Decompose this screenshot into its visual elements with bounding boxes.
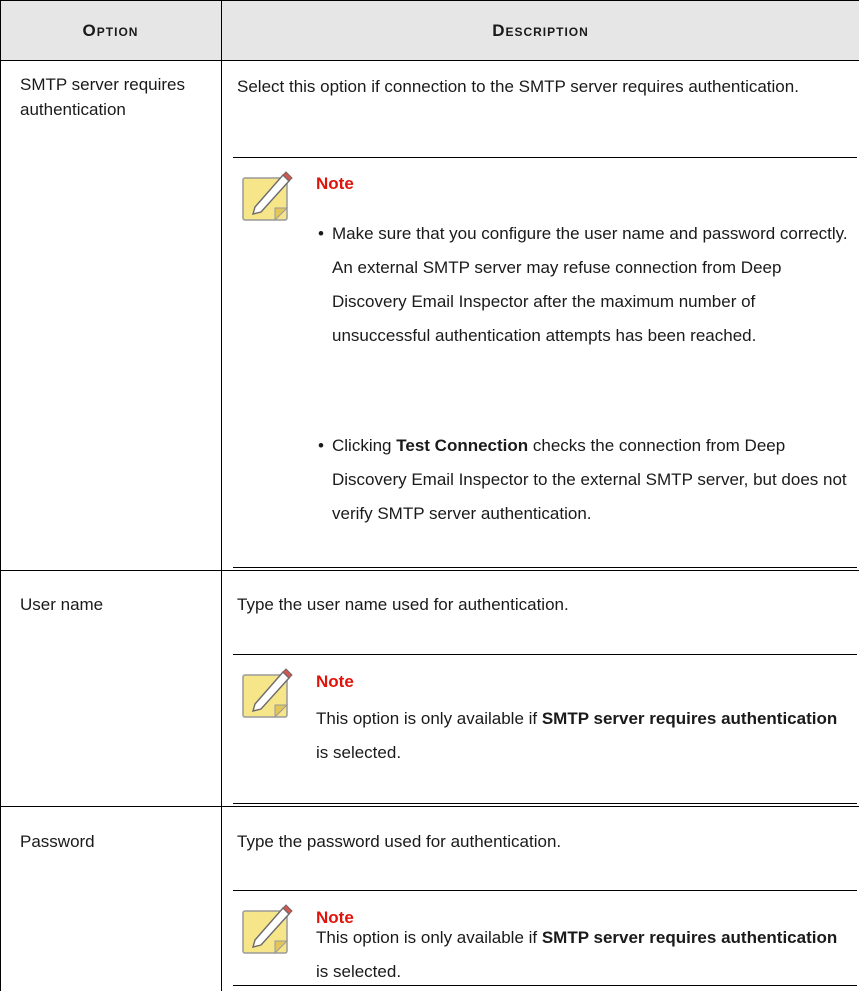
option-smtp-auth: SMTP server requires authentication — [20, 75, 186, 119]
note-title: Note — [316, 174, 354, 193]
header-description: Description — [492, 21, 589, 40]
note-title: Note — [316, 672, 354, 691]
note-rule-bottom — [233, 985, 857, 986]
note-pencil-icon — [242, 171, 293, 222]
column-divider — [221, 0, 222, 991]
list-item: • Make sure that you configure the user … — [318, 224, 848, 345]
note-bullet-text: Make sure that you configure the user na… — [332, 224, 848, 345]
note-pencil-icon — [242, 668, 293, 719]
note-rule-bottom — [233, 803, 857, 804]
table-header: Option Description — [0, 0, 859, 61]
note-body: This option is only available if SMTP se… — [316, 709, 838, 762]
row-divider — [0, 806, 859, 807]
note-pencil-icon — [242, 904, 293, 955]
header-option: Option — [82, 21, 139, 40]
description-user-name: Type the user name used for authenticati… — [237, 595, 569, 614]
option-password: Password — [20, 832, 95, 851]
options-table: Option Description SMTP server requires … — [0, 0, 859, 991]
note-rule-top — [233, 890, 857, 891]
list-item: • Clicking Test Connection checks the co… — [318, 436, 847, 523]
description-password: Type the password used for authenticatio… — [237, 832, 562, 851]
option-user-name: User name — [20, 595, 104, 614]
row-divider — [0, 570, 859, 571]
note-rule-bottom — [233, 567, 857, 568]
note-rule-top — [233, 157, 857, 158]
note-rule-top — [233, 654, 857, 655]
test-connection-label: Test Connection — [396, 436, 529, 455]
description-smtp-auth: Select this option if connection to the … — [237, 77, 799, 96]
note-body: This option is only available if SMTP se… — [316, 928, 838, 981]
table-border-left — [0, 0, 1, 991]
